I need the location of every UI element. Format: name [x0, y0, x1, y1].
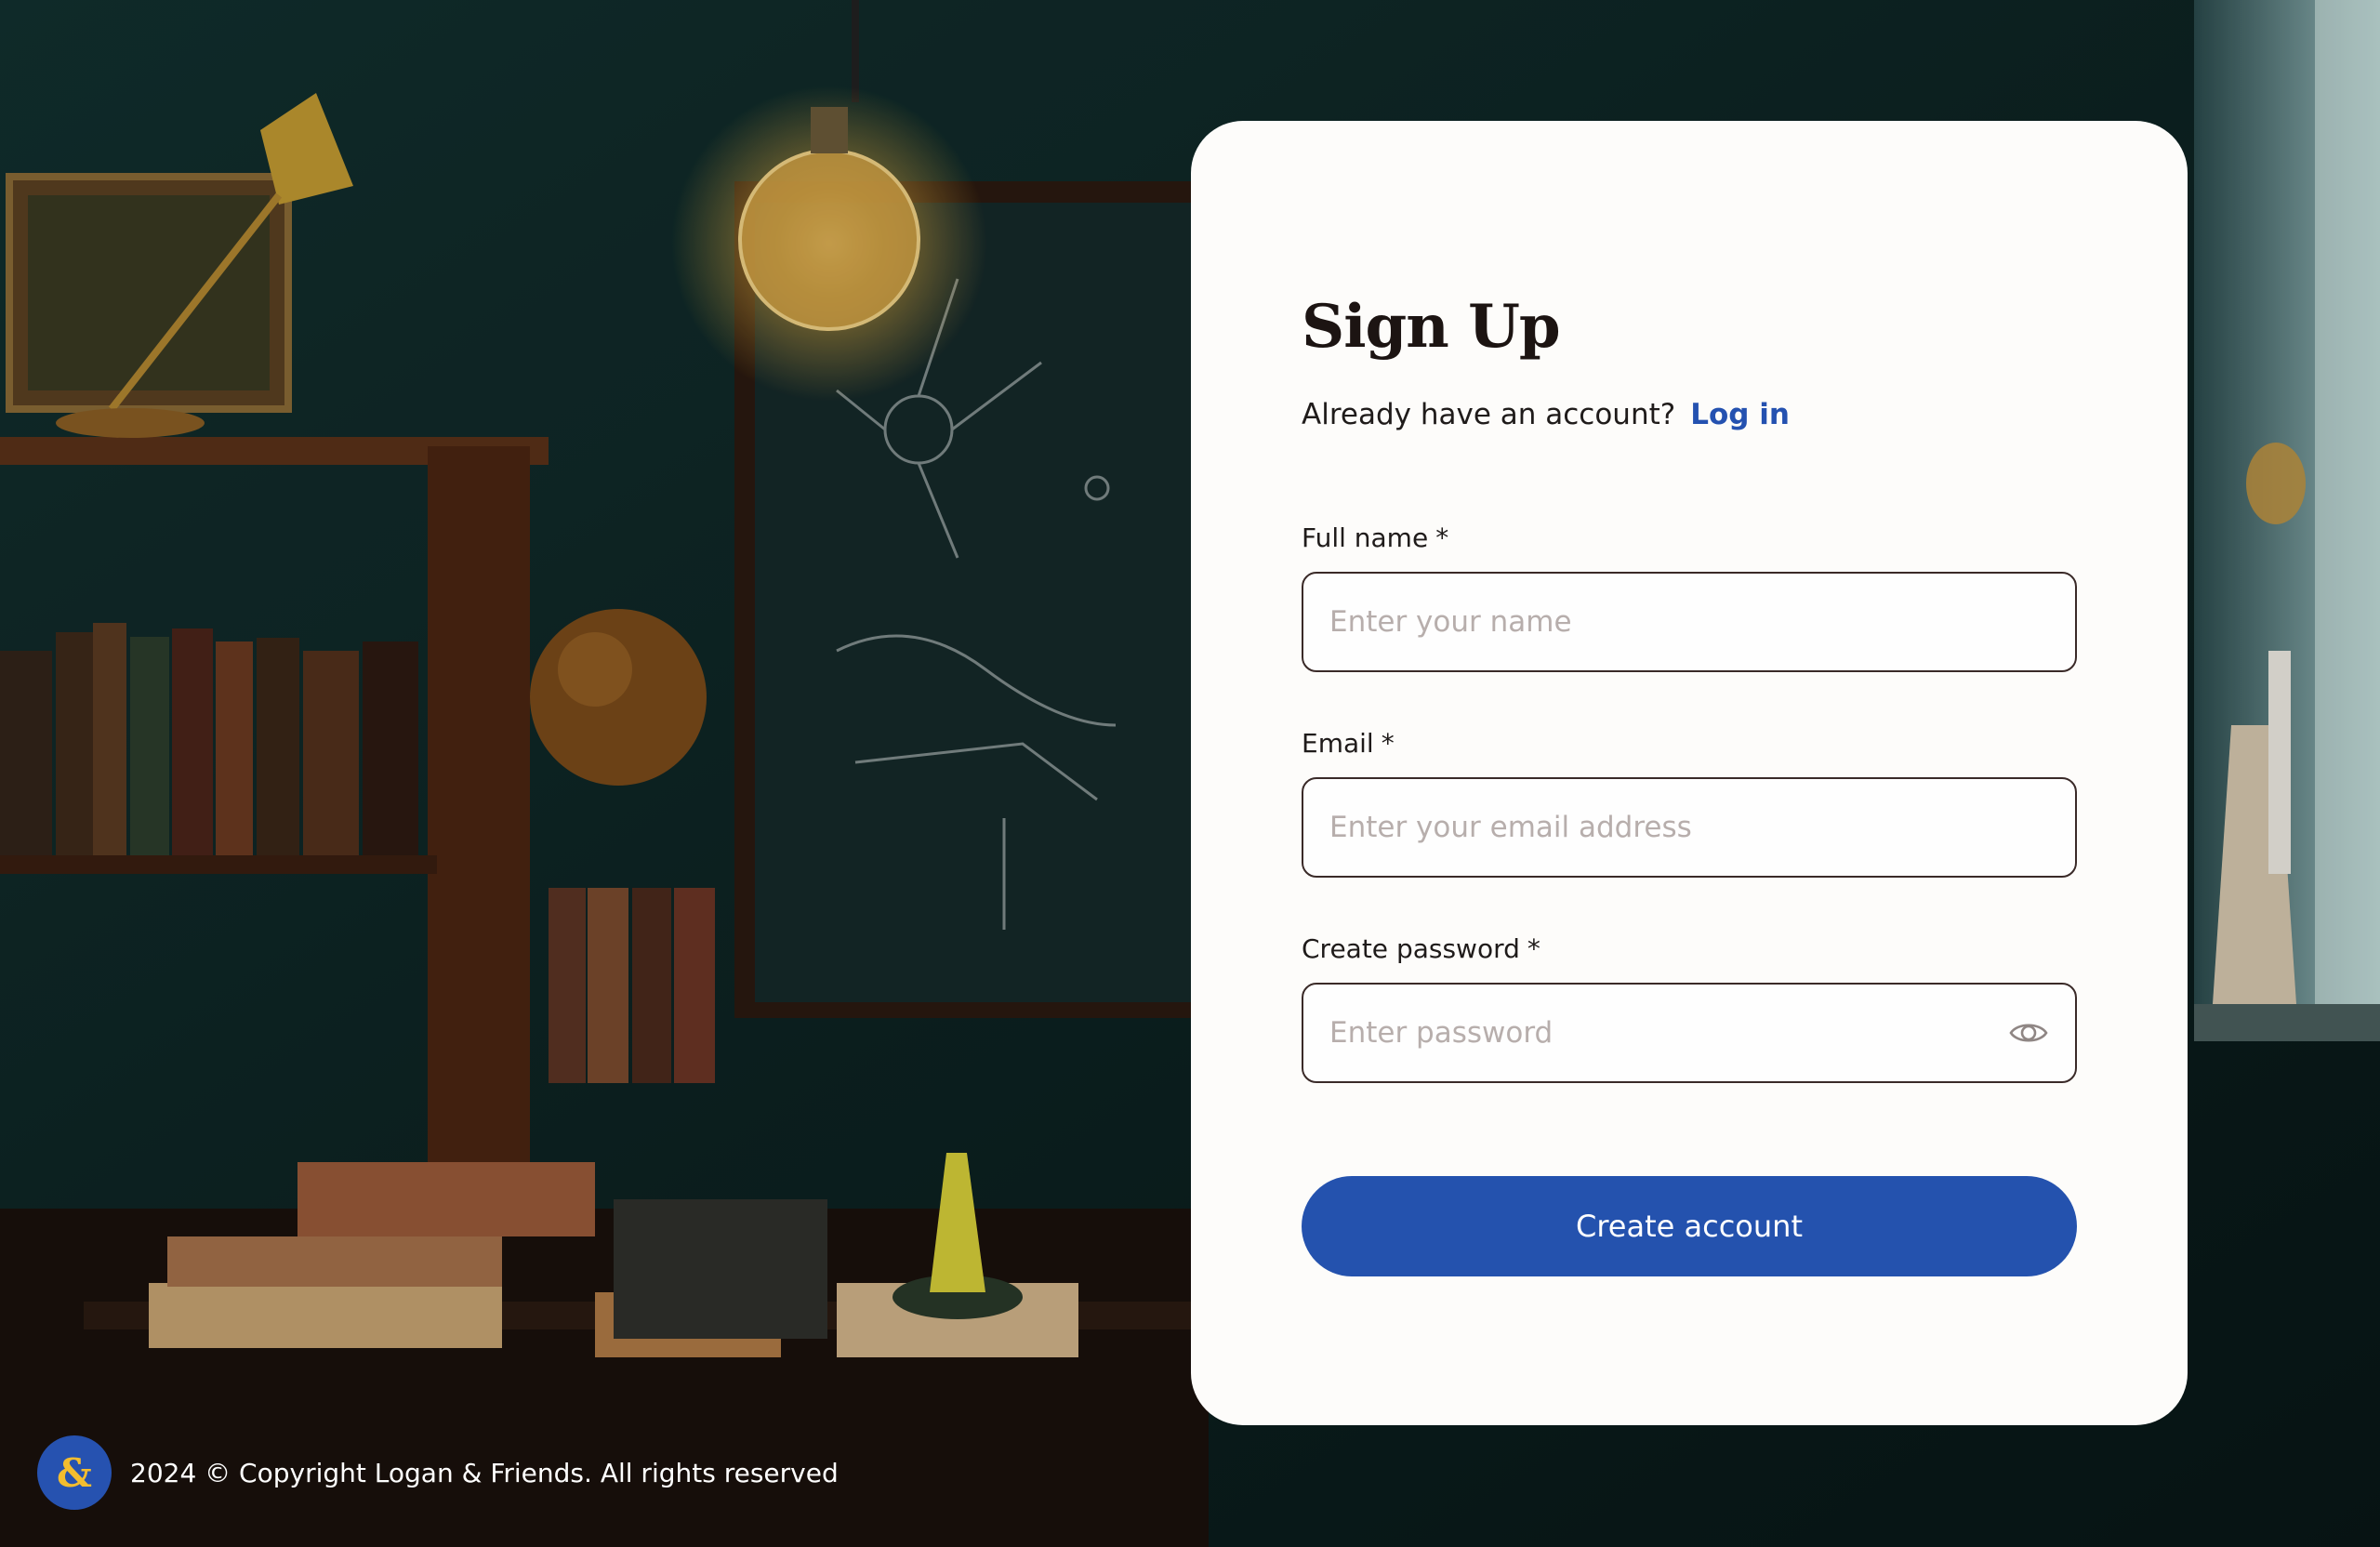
email-label-text: Email: [1302, 728, 1374, 759]
email-label: Email *: [1302, 728, 2077, 759]
password-field: Create password *: [1302, 933, 2077, 1083]
login-link[interactable]: Log in: [1690, 398, 1790, 431]
login-prompt-text: Already have an account?: [1302, 398, 1676, 431]
required-mark: *: [1435, 522, 1449, 553]
password-input-wrapper: [1302, 983, 2077, 1083]
create-account-button[interactable]: Create account: [1302, 1176, 2077, 1276]
full-name-input-wrapper: [1302, 572, 2077, 672]
required-mark: *: [1527, 933, 1540, 964]
copyright-text: 2024 © Copyright Logan & Friends. All ri…: [130, 1457, 839, 1488]
required-mark: *: [1381, 728, 1395, 759]
email-input-wrapper: [1302, 777, 2077, 878]
email-field: Email *: [1302, 728, 2077, 878]
password-input[interactable]: [1303, 985, 2075, 1081]
email-input[interactable]: [1303, 779, 2075, 876]
eye-icon[interactable]: [2008, 1012, 2049, 1053]
password-label: Create password *: [1302, 933, 2077, 964]
signup-card: Sign Up Already have an account? Log in …: [1191, 121, 2188, 1425]
login-prompt: Already have an account? Log in: [1302, 398, 2077, 431]
full-name-label-text: Full name: [1302, 522, 1429, 553]
full-name-label: Full name *: [1302, 522, 2077, 553]
footer: & 2024 © Copyright Logan & Friends. All …: [37, 1435, 839, 1510]
page-title: Sign Up: [1302, 292, 1561, 362]
password-label-text: Create password: [1302, 933, 1520, 964]
full-name-field: Full name *: [1302, 522, 2077, 672]
brand-logo: &: [37, 1435, 112, 1510]
full-name-input[interactable]: [1303, 574, 2075, 670]
